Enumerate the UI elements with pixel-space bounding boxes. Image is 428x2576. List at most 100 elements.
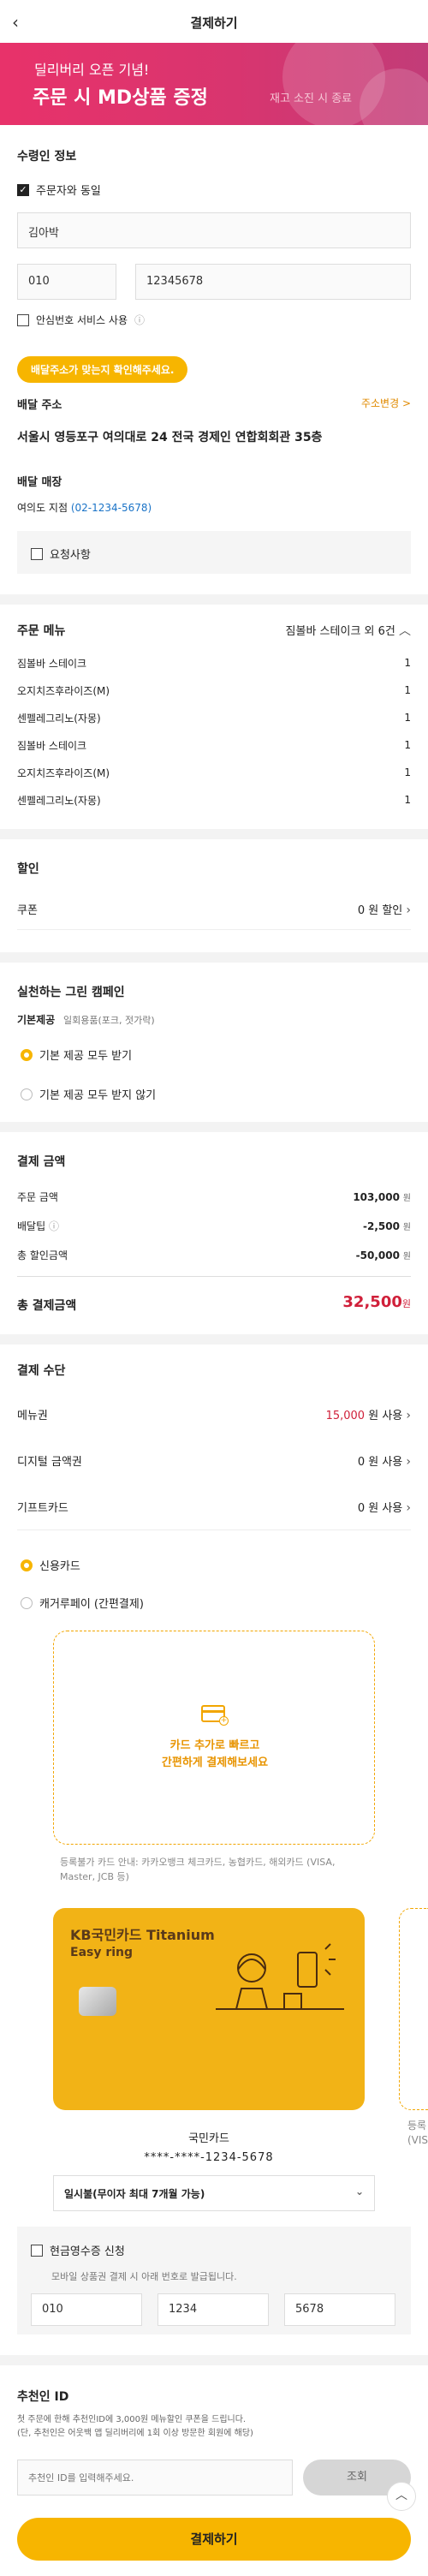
amount-unit: 원: [402, 1222, 411, 1232]
discount-title: 할인: [17, 862, 39, 876]
receipt-field-2[interactable]: 1234: [158, 2293, 269, 2326]
cash-receipt-label: 현금영수증 신청: [50, 2245, 125, 2258]
menu-voucher-row[interactable]: 메뉴권 15,000 원 사용 ›: [17, 1406, 411, 1422]
cash-receipt-checkbox[interactable]: 현금영수증 신청: [31, 2242, 125, 2258]
next-card-peek-text: 등록 (VIS: [407, 2119, 428, 2148]
phone-number-input[interactable]: 12345678: [135, 264, 411, 300]
list-item: 오지치즈후라이즈(M) 1: [17, 677, 411, 704]
chevron-right-icon: ›: [406, 903, 411, 917]
order-menu-title: 주문 메뉴: [17, 624, 66, 638]
cash-receipt-box: 현금영수증 신청 모바일 상품권 결제 시 아래 번호로 발급됩니다. 010 …: [17, 2227, 411, 2334]
coupon-row[interactable]: 쿠폰 0 원 할인 ›: [17, 901, 411, 930]
banner-note: 재고 소진 시 종료: [270, 92, 353, 105]
delivery-address-value: 서울시 영등포구 여의대로 24 전국 경제인 연합회회관 35층: [17, 431, 323, 444]
receive-all-radio[interactable]: 기본 제공 모두 받기: [21, 1046, 132, 1063]
chevron-down-icon: ⌄: [354, 2185, 364, 2197]
address-confirm-tag: 배달주소가 맞는지 확인해주세요.: [17, 356, 188, 383]
cash-receipt-desc: 모바일 상품권 결제 시 아래 번호로 발급됩니다.: [51, 2271, 237, 2282]
checkbox-icon: [17, 313, 29, 326]
item-qty: 1: [404, 657, 411, 669]
item-qty: 1: [404, 794, 411, 806]
list-item: 오지치즈후라이즈(M) 1: [17, 759, 411, 786]
amount-value: -50,000: [355, 1249, 400, 1261]
receipt-field-3[interactable]: 5678: [284, 2293, 395, 2326]
total-separator: [17, 1276, 411, 1277]
amount-unit: 원: [402, 1251, 411, 1261]
receive-none-radio[interactable]: 기본 제공 모두 받지 않기: [21, 1086, 156, 1102]
item-name: 오지치즈후라이즈(M): [17, 766, 110, 779]
scroll-top-button[interactable]: ︿: [387, 2482, 416, 2511]
info-icon[interactable]: ⓘ: [49, 1220, 59, 1232]
phone-prefix-input[interactable]: 010: [17, 264, 116, 300]
item-qty: 1: [404, 712, 411, 724]
amount-label: 주문 금액: [17, 1190, 58, 1203]
list-item: 짐볼바 스테이크 1: [17, 731, 411, 759]
list-item: 짐볼바 스테이크 1: [17, 649, 411, 677]
registered-card[interactable]: KB국민카드 Titanium Easy ring: [53, 1908, 365, 2110]
installment-select[interactable]: 일시불(무이자 최대 7개월 가능) ⌄: [53, 2175, 375, 2211]
page-title: 결제하기: [190, 15, 238, 31]
amount-row: 주문 금액 103,000 원: [17, 1182, 411, 1211]
amount-row: 총 할인금액 -50,000 원: [17, 1240, 411, 1269]
digital-voucher-row[interactable]: 디지털 금액권 0 원 사용 ›: [17, 1452, 411, 1469]
item-name: 짐볼바 스테이크: [17, 657, 87, 670]
info-icon[interactable]: ⓘ: [134, 313, 145, 327]
credit-card-label: 신용카드: [39, 1560, 80, 1573]
top-header: ‹ 결제하기: [0, 0, 428, 43]
add-card-button[interactable]: + 카드 추가로 빠르고 간편하게 결제해보세요: [53, 1631, 375, 1845]
delivery-store-label: 배달 매장: [17, 476, 62, 489]
recommender-desc-2: (단, 추천인은 어웃백 앱 딜리버리에 1회 이상 방문한 회원에 해당): [17, 2429, 253, 2438]
peek-text1: 등록: [407, 2120, 427, 2132]
banner-line1: 딜리버리 오픈 기념!: [34, 62, 150, 78]
recommender-title: 추천인 ID: [17, 2390, 69, 2404]
gift-card-row[interactable]: 기프트카드 0 원 사용 ›: [17, 1499, 411, 1515]
next-card-peek[interactable]: [399, 1908, 428, 2110]
gift-card-value: 0 원 사용: [357, 1502, 403, 1515]
coupon-value: 0 원 할인: [357, 904, 403, 917]
order-menu-toggle[interactable]: 짐볼바 스테이크 외 6건 ︿: [257, 622, 411, 639]
item-qty: 1: [404, 766, 411, 778]
request-checkbox[interactable]: 요청사항: [31, 546, 91, 562]
recommender-desc: 첫 주문에 한해 추천인ID에 3,000원 메뉴할인 쿠폰을 드립니다. (단…: [17, 2413, 253, 2441]
chevron-right-icon: ›: [406, 1409, 411, 1422]
receipt-field-1[interactable]: 010: [31, 2293, 142, 2326]
credit-card-radio[interactable]: 신용카드: [21, 1557, 80, 1573]
store-info: 여의도 지점 (02-1234-5678): [17, 500, 152, 515]
amount-value: 103,000: [353, 1190, 400, 1203]
safe-number-label: 안심번호 서비스 사용: [36, 314, 128, 326]
peek-text2: (VIS: [407, 2134, 428, 2146]
checkbox-icon: [31, 2244, 43, 2257]
total-amount: 32,500원: [257, 1293, 411, 1311]
card-name: 국민카드: [188, 2132, 229, 2145]
recommender-desc-1: 첫 주문에 한해 추천인ID에 3,000원 메뉴할인 쿠폰을 드립니다.: [17, 2415, 247, 2424]
chevron-right-icon: ›: [406, 1455, 411, 1469]
menu-voucher-amount: 15,000: [325, 1410, 366, 1422]
basic-supply-info: 기본제공 일회용품(포크, 젓가락): [17, 1012, 155, 1027]
item-name: 센펠레그리노(자몽): [17, 712, 101, 724]
add-card-text: 카드 추가로 빠르고 간편하게 결제해보세요: [54, 1738, 376, 1772]
coupon-label: 쿠폰: [17, 904, 38, 917]
recipient-name-input[interactable]: 김아박: [17, 212, 411, 248]
recommender-id-input[interactable]: [17, 2460, 293, 2496]
radio-icon: [21, 1596, 33, 1609]
easy-pay-radio[interactable]: 캐거루페이 (간편결제): [21, 1595, 144, 1611]
change-address-link[interactable]: 주소변경 >: [325, 396, 411, 410]
receive-none-label: 기본 제공 모두 받지 않기: [39, 1089, 157, 1102]
digital-voucher-label: 디지털 금액권: [17, 1456, 82, 1469]
pay-button[interactable]: 결제하기: [17, 2518, 411, 2561]
section-divider: [0, 2355, 428, 2365]
green-campaign-title: 실천하는 그린 캠페인: [17, 986, 125, 999]
checkbox-checked-icon: ✓: [17, 183, 29, 196]
order-summary: 짐볼바 스테이크 외 6건: [285, 625, 395, 638]
safe-number-checkbox[interactable]: 안심번호 서비스 사용 ⓘ: [17, 313, 145, 327]
item-name: 센펠레그리노(자몽): [17, 794, 101, 807]
banner-line2: 주문 시 MD상품 증정: [33, 87, 208, 109]
store-phone-link[interactable]: (02-1234-5678): [71, 502, 152, 514]
promo-banner[interactable]: 딜리버리 오픈 기념! 주문 시 MD상품 증정 재고 소진 시 종료: [0, 43, 428, 125]
same-as-orderer-checkbox[interactable]: ✓ 주문자와 동일: [17, 182, 101, 198]
request-box[interactable]: 요청사항: [17, 531, 411, 574]
checkbox-icon: [31, 547, 43, 560]
installment-value: 일시불(무이자 최대 7개월 가능): [64, 2188, 205, 2200]
recipient-title: 수령인 정보: [17, 150, 77, 164]
item-name: 짐볼바 스테이크: [17, 739, 87, 752]
